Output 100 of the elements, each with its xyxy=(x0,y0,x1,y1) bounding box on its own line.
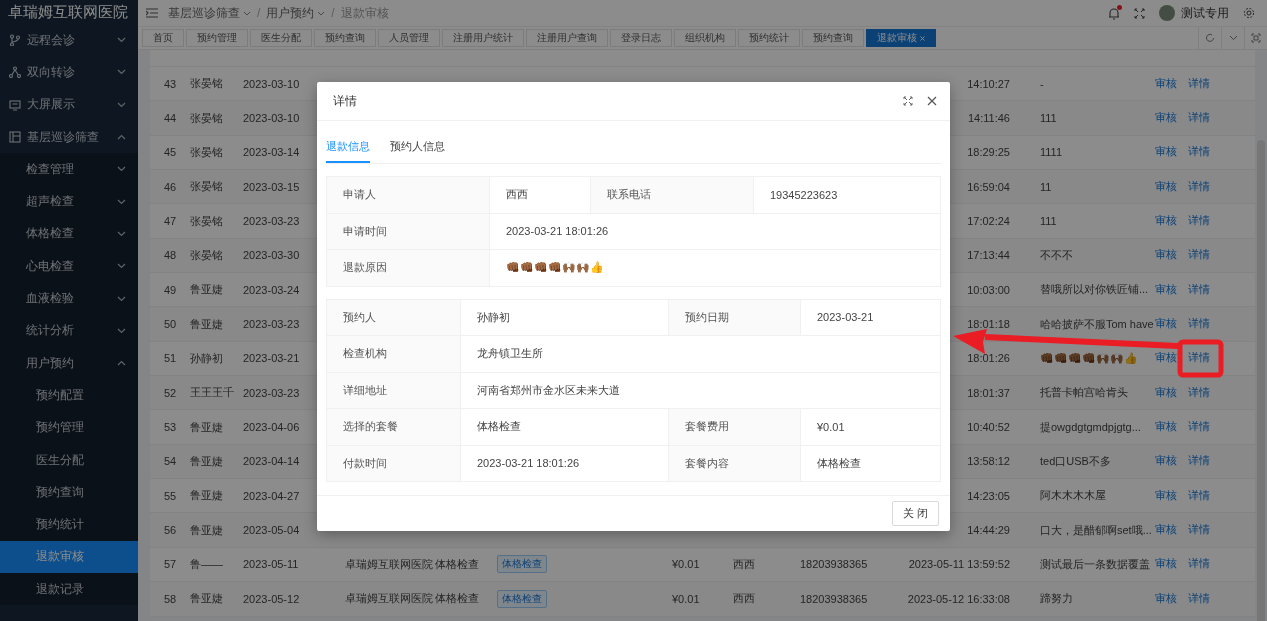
action-link[interactable]: 详情 xyxy=(1188,591,1210,606)
action-link[interactable]: 审核 xyxy=(1155,523,1177,538)
breadcrumb-item[interactable]: 用户预约 xyxy=(266,4,326,22)
table-cell-text: 18203938365 xyxy=(800,558,869,571)
action-link[interactable]: 详情 xyxy=(1188,420,1210,435)
sidebar-item[interactable]: 统计分析 xyxy=(0,314,138,347)
page-tab[interactable]: 登录日志 xyxy=(610,29,672,47)
menu-icon[interactable] xyxy=(146,8,158,18)
table-cell: 57 xyxy=(163,558,177,571)
action-link[interactable]: 详情 xyxy=(1188,557,1210,572)
sidebar-item[interactable]: 预约配置 xyxy=(0,379,138,412)
sidebar-item[interactable]: 远程会诊 xyxy=(0,24,138,57)
action-link[interactable]: 审核 xyxy=(1155,454,1177,469)
action-link[interactable]: 详情 xyxy=(1188,111,1210,125)
breadcrumb-item[interactable]: 基层巡诊筛查 xyxy=(168,4,251,22)
bell-icon[interactable] xyxy=(1108,6,1120,20)
maximize-icon[interactable] xyxy=(903,96,913,106)
action-link[interactable]: 详情 xyxy=(1188,351,1210,366)
page-tab[interactable]: 预约管理 xyxy=(186,29,248,47)
caret-icon xyxy=(243,10,251,16)
sidebar-item[interactable]: 医生分配 xyxy=(0,443,138,477)
action-link[interactable]: 详情 xyxy=(1188,488,1210,503)
action-link[interactable]: 详情 xyxy=(1188,317,1210,332)
sidebar-item[interactable]: 预约查询 xyxy=(0,476,138,509)
avatar[interactable] xyxy=(1159,5,1175,21)
table-cell-text: 2023-05-12 xyxy=(243,592,301,605)
page-tab[interactable]: 预约查询 xyxy=(802,29,864,47)
sidebar-item[interactable]: 预约管理 xyxy=(0,411,138,444)
action-link[interactable]: 审核 xyxy=(1155,282,1177,297)
action-link[interactable]: 详情 xyxy=(1188,76,1210,91)
field-value: 体格检查 xyxy=(800,445,941,482)
table-cell: 17:02:24 xyxy=(967,215,1010,228)
action-link[interactable]: 审核 xyxy=(1155,76,1177,91)
action-link[interactable]: 详情 xyxy=(1188,248,1210,263)
action-link[interactable]: 详情 xyxy=(1188,454,1210,469)
sidebar-item[interactable]: 退款审核 xyxy=(0,540,138,574)
page-tab[interactable]: 退款审核 xyxy=(866,29,936,47)
field-value: 龙舟镇卫生所 xyxy=(460,335,941,372)
action-link[interactable]: 审核 xyxy=(1155,179,1177,194)
page-tab[interactable]: 预约查询 xyxy=(314,29,376,47)
page-tab[interactable]: 注册用户统计 xyxy=(442,29,524,47)
table-cell-text: 口大，是醋郁啊set哦... xyxy=(1040,522,1153,538)
action-link[interactable]: 详情 xyxy=(1188,179,1210,194)
action-link[interactable]: 审核 xyxy=(1155,111,1177,125)
sidebar-item[interactable]: 预约统计 xyxy=(0,508,138,541)
app-title: 卓瑞姆互联网医院 xyxy=(7,1,129,22)
dialog-tab[interactable]: 退款信息 xyxy=(326,133,370,163)
sidebar-item[interactable]: 体格检查 xyxy=(0,217,138,251)
action-link[interactable]: 详情 xyxy=(1188,214,1210,229)
table-cell-text: 2023-03-10 xyxy=(243,112,301,124)
sidebar-item[interactable]: 检查管理 xyxy=(0,153,138,186)
caret-icon xyxy=(317,10,326,16)
table-cell: 10:40:52 xyxy=(967,421,1010,434)
fullscreen-icon[interactable] xyxy=(1134,7,1145,19)
sidebar-item[interactable]: 用户预约 xyxy=(0,346,138,380)
action-link[interactable]: 审核 xyxy=(1155,591,1177,606)
action-link[interactable]: 审核 xyxy=(1155,214,1177,229)
action-link[interactable]: 详情 xyxy=(1188,145,1210,160)
page-tab[interactable]: 注册用户查询 xyxy=(526,29,608,47)
table-cell: 52 xyxy=(163,386,177,399)
sidebar-item[interactable]: 大屏展示 xyxy=(0,88,138,121)
page-tab[interactable]: 预约统计 xyxy=(738,29,800,47)
action-link[interactable]: 审核 xyxy=(1155,317,1177,332)
user-name[interactable]: 测试专用 xyxy=(1181,4,1229,22)
action-link[interactable]: 审核 xyxy=(1155,557,1177,572)
action-link[interactable]: 审核 xyxy=(1155,385,1177,400)
action-link[interactable]: 详情 xyxy=(1188,385,1210,400)
sidebar-item[interactable]: 血液检验 xyxy=(0,282,138,315)
table-cell-text: 体格检查 xyxy=(435,591,480,607)
table-cell-text: 张晏铭 xyxy=(190,110,224,126)
page-tab[interactable]: 首页 xyxy=(142,29,184,47)
sidebar-item[interactable]: 心电检查 xyxy=(0,250,138,283)
table-cell-text: 2023-05-04 xyxy=(243,524,301,537)
sidebar-item[interactable]: 双向转诊 xyxy=(0,56,138,89)
page-tab[interactable]: 医生分配 xyxy=(250,29,312,47)
dialog-tab[interactable]: 预约人信息 xyxy=(390,133,445,163)
field-value: 河南省郑州市金水区未来大道 xyxy=(460,372,941,409)
action-link[interactable]: 审核 xyxy=(1155,351,1177,366)
close-icon[interactable] xyxy=(927,96,937,106)
table-cell: 14:10:27 xyxy=(967,77,1010,90)
table-cell-text: 不不不 xyxy=(1040,247,1074,263)
action-link[interactable]: 审核 xyxy=(1155,248,1177,263)
sidebar-item[interactable]: 超声检查 xyxy=(0,185,138,218)
package-tag: 体格检查 xyxy=(497,555,547,574)
highlight-frame xyxy=(1177,339,1224,378)
table-cell-text: 2023-03-23 xyxy=(243,215,301,228)
action-link[interactable]: 审核 xyxy=(1155,488,1177,503)
action-link[interactable]: 详情 xyxy=(1188,282,1210,297)
sidebar-item[interactable]: 退款记录 xyxy=(0,573,138,606)
action-link[interactable]: 审核 xyxy=(1155,420,1177,435)
page-tab[interactable]: 人员管理 xyxy=(378,29,440,47)
action-link[interactable]: 审核 xyxy=(1155,145,1177,160)
table-cell: 44 xyxy=(163,112,177,124)
field-label: 详细地址 xyxy=(326,372,461,409)
settings-icon[interactable] xyxy=(1243,7,1255,19)
page-tab[interactable]: 组织机构 xyxy=(674,29,736,47)
action-link[interactable]: 详情 xyxy=(1188,523,1210,538)
table-cell-text: 鲁亚婕 xyxy=(190,522,224,538)
table-cell-text: 西西 xyxy=(733,557,756,572)
close-button[interactable]: 关 闭 xyxy=(891,500,939,526)
